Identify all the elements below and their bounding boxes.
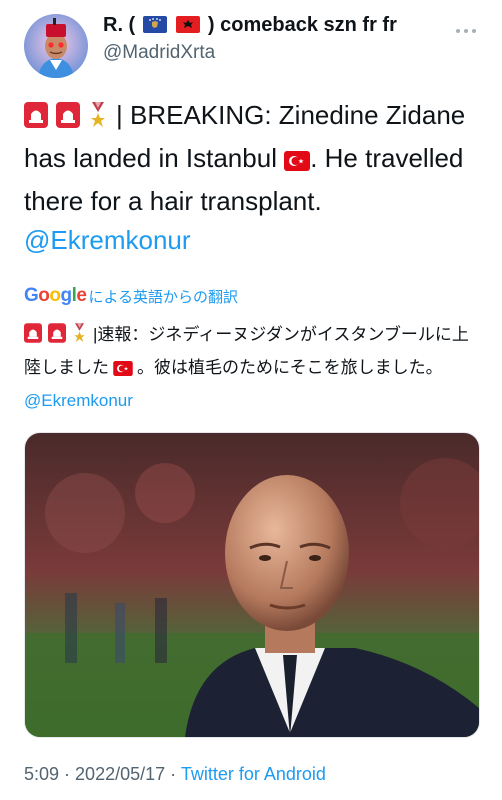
- tweet-photo[interactable]: [24, 432, 480, 738]
- user-handle[interactable]: @MadridXrta: [103, 42, 215, 64]
- translation-bar[interactable]: Google による英語からの翻訳: [24, 284, 238, 308]
- tweet-footer: 5:09 · 2022/05/17 · Twitter for Android: [24, 764, 326, 785]
- kosovo-flag-icon: [142, 16, 167, 39]
- translation-label: による英語からの翻訳: [88, 288, 239, 306]
- siren-icon: [56, 100, 80, 139]
- siren-icon: [48, 323, 66, 353]
- avatar[interactable]: [24, 14, 88, 78]
- tweet-time: 5:09: [24, 764, 60, 784]
- tweet-header: R. ( ) comeback szn fr fr @MadridXrta: [0, 0, 502, 90]
- display-name-suffix: ) comeback szn fr fr: [207, 14, 397, 36]
- separator: ·: [165, 764, 181, 784]
- mention-link[interactable]: @Ekremkonur: [24, 225, 191, 255]
- separator: ·: [59, 764, 76, 784]
- siren-icon: [24, 323, 42, 353]
- tweet-date: 2022/05/17: [75, 764, 166, 784]
- display-name[interactable]: R. ( ) comeback szn fr fr: [103, 14, 397, 39]
- google-logo: Google: [24, 285, 87, 306]
- turkey-flag-icon: [284, 143, 311, 182]
- siren-icon: [24, 100, 48, 139]
- translated-text: |速報：ジネディーヌジダンがイスタンブールに上陸しました 。彼は植毛のためにそこ…: [24, 320, 484, 416]
- tweet-text: | BREAKING: Zinedine Zidane has landed i…: [24, 96, 484, 260]
- translated-mention-link[interactable]: @Ekremkonur: [24, 391, 133, 410]
- tweet-source-link[interactable]: Twitter for Android: [181, 764, 326, 784]
- turkey-flag-icon: [113, 356, 133, 386]
- albania-flag-icon: [176, 16, 201, 39]
- translated-text-tail: 。彼は植毛のためにそこを旅しました。: [137, 358, 443, 377]
- more-icon[interactable]: [456, 28, 476, 34]
- military-medal-icon: [88, 100, 108, 139]
- military-medal-icon: [72, 323, 87, 353]
- display-name-prefix: R. (: [103, 14, 136, 36]
